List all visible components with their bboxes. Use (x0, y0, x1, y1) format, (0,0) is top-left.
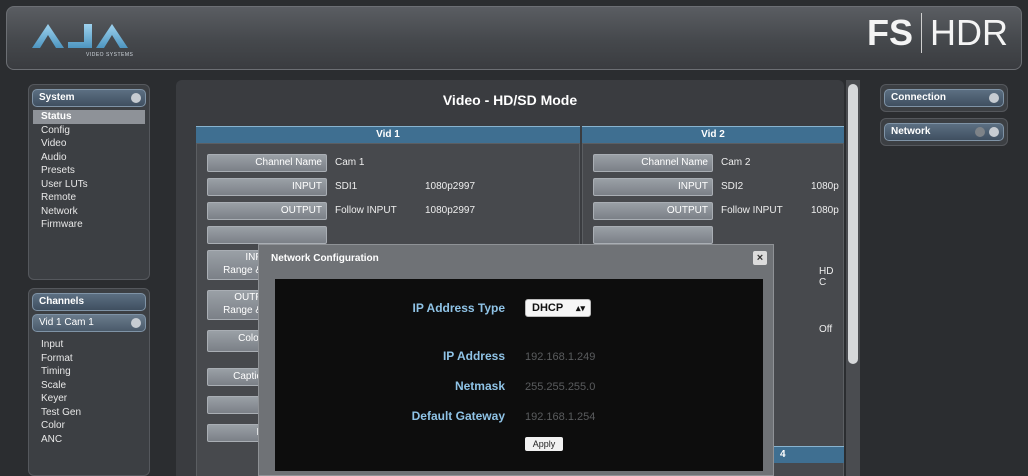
vid4-header-partial: 4 (774, 446, 844, 463)
product-name-bold: FS (866, 12, 913, 53)
sidebar-item-audio[interactable]: Audio (29, 151, 149, 165)
vid2-input-button[interactable]: INPUT (593, 178, 713, 196)
sidebar-item-video[interactable]: Video (29, 137, 149, 151)
modal-body: IP Address Type DHCP ▴▾ IP Address 192.1… (275, 279, 763, 471)
channel-item-format[interactable]: Format (29, 352, 149, 366)
product-divider (921, 13, 922, 53)
netmask-field[interactable]: 255.255.255.0 (525, 381, 595, 393)
sidebar-item-user-luts[interactable]: User LUTs (29, 178, 149, 192)
channel-select-value: Vid 1 Cam 1 (39, 317, 94, 328)
product-name-light: HDR (930, 12, 1008, 53)
vid2-output-range-value: Off (819, 324, 833, 335)
vid1-output-format: 1080p2997 (425, 205, 476, 216)
system-panel-header[interactable]: System (32, 89, 146, 107)
logo-subtext: VIDEO SYSTEMS (86, 52, 134, 58)
ip-type-label: IP Address Type (412, 301, 505, 315)
channel-item-input[interactable]: Input (29, 338, 149, 352)
modal-title: Network Configuration (271, 253, 379, 264)
channel-item-scale[interactable]: Scale (29, 379, 149, 393)
ip-type-select[interactable]: DHCP ▴▾ (525, 299, 591, 317)
system-panel: System Status Config Video Audio Presets User… (28, 84, 150, 280)
ip-type-value: DHCP (532, 302, 564, 314)
gateway-label: Default Gateway (411, 409, 505, 423)
vid1-hidden-row-button[interactable] (207, 226, 327, 244)
sidebar-item-presets[interactable]: Presets (29, 164, 149, 178)
scrollbar-thumb[interactable] (848, 84, 858, 364)
vid1-input-format: 1080p2997 (425, 181, 476, 192)
network-panel-header[interactable]: Network (884, 123, 1004, 141)
connection-panel-title: Connection (891, 92, 946, 103)
ip-address-field[interactable]: 192.168.1.249 (525, 351, 595, 363)
network-panel: Network (880, 118, 1008, 146)
sidebar-item-remote[interactable]: Remote (29, 191, 149, 205)
status-icon (975, 127, 985, 137)
vid2-output-format: 1080p (811, 205, 839, 216)
apply-button[interactable]: Apply (525, 437, 563, 451)
dropdown-icon[interactable] (131, 318, 141, 328)
close-icon[interactable]: × (753, 251, 767, 265)
vid2-header: Vid 2 (582, 126, 844, 143)
connection-panel-header[interactable]: Connection (884, 89, 1004, 107)
vid2-hidden-row-button[interactable] (593, 226, 713, 244)
channel-item-timing[interactable]: Timing (29, 365, 149, 379)
vid1-channel-name-value: Cam 1 (335, 157, 365, 168)
system-panel-title: System (39, 92, 75, 103)
network-config-modal: Network Configuration × IP Address Type … (258, 244, 774, 476)
channels-panel-title: Channels (39, 296, 85, 307)
channel-item-keyer[interactable]: Keyer (29, 392, 149, 406)
page-title: Video - HD/SD Mode (442, 92, 578, 108)
sidebar-item-firmware[interactable]: Firmware (29, 218, 149, 232)
vid1-channel-name-button[interactable]: Channel Name (207, 154, 327, 172)
channel-nav-list: Input Format Timing Scale Keyer Test Gen Color… (29, 338, 149, 446)
vid1-output-value: Follow INPUT (335, 205, 397, 216)
connection-panel: Connection (880, 84, 1008, 112)
vid2-channel-name-button[interactable]: Channel Name (593, 154, 713, 172)
vid1-output-range-label-2: Range & (223, 305, 262, 316)
channel-item-test-gen[interactable]: Test Gen (29, 406, 149, 420)
vid2-output-value: Follow INPUT (721, 205, 783, 216)
channel-select[interactable]: Vid 1 Cam 1 (32, 314, 146, 332)
vid1-input-value: SDI1 (335, 181, 358, 192)
network-panel-title: Network (891, 126, 931, 137)
channels-panel: Channels Vid 1 Cam 1 Input Format Timing Sc… (28, 288, 150, 476)
vid1-input-button[interactable]: INPUT (207, 178, 327, 196)
vid2-channel-name-value: Cam 2 (721, 157, 751, 168)
vid2-output-button[interactable]: OUTPUT (593, 202, 713, 220)
sidebar-item-config[interactable]: Config (29, 124, 149, 138)
channel-item-anc[interactable]: ANC (29, 433, 149, 447)
sidebar-item-status[interactable]: Status (33, 110, 145, 124)
product-name: FS HDR (867, 12, 1008, 54)
vid1-input-range-label-1: INP (245, 252, 262, 263)
netmask-label: Netmask (454, 379, 505, 393)
vid2-range-value: HD C (819, 266, 834, 288)
system-nav-list: Status Config Video Audio Presets User LUTs Re… (29, 110, 149, 232)
vid1-output-button[interactable]: OUTPUT (207, 202, 327, 220)
gateway-field[interactable]: 192.168.1.254 (525, 411, 595, 423)
sidebar-item-network[interactable]: Network (29, 205, 149, 219)
expand-icon[interactable] (989, 127, 999, 137)
select-arrows-icon: ▴▾ (575, 303, 585, 313)
channel-item-color[interactable]: Color (29, 419, 149, 433)
vid2-input-value: SDI2 (721, 181, 744, 192)
vid1-input-range-label-2: Range & (223, 265, 262, 276)
vid2-input-format: 1080p (811, 181, 839, 192)
collapse-icon[interactable] (131, 93, 141, 103)
vid1-header: Vid 1 (196, 126, 580, 143)
ip-address-label: IP Address (442, 349, 505, 363)
channels-panel-header: Channels (32, 293, 146, 311)
aja-logo (30, 20, 150, 55)
expand-icon[interactable] (989, 93, 999, 103)
vid1-output-range-label-1: OUTP (234, 292, 262, 303)
